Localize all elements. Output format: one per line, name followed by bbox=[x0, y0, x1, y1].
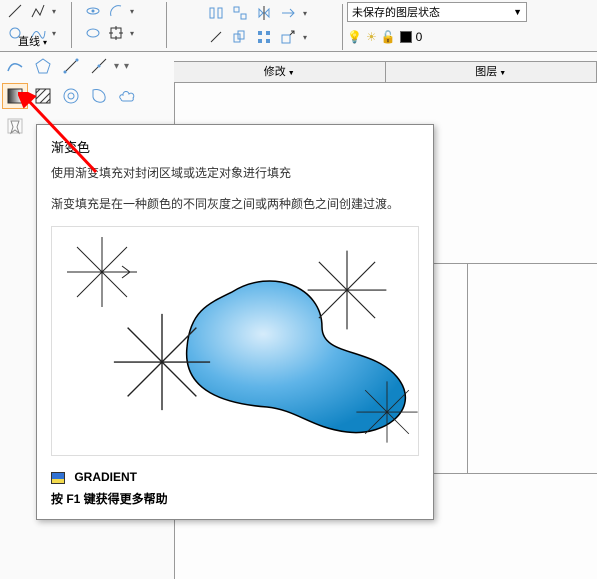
copy-prop-icon[interactable] bbox=[229, 26, 251, 48]
tooltip-title: 渐变色 bbox=[51, 137, 419, 156]
layer-props-row: 💡 ☀ 🔓 0 bbox=[347, 26, 422, 48]
tool-tooltip: 渐变色 使用渐变填充对封闭区域或选定对象进行填充 渐变填充是在一种颜色的不同灰度… bbox=[36, 124, 434, 520]
tooltip-command: GRADIENT bbox=[74, 470, 137, 484]
chevron-down-icon: ▼ bbox=[513, 7, 522, 17]
ribbon-tabs: 修改▼ 图层▼ bbox=[174, 61, 597, 83]
tab-modify[interactable]: 修改▼ bbox=[174, 62, 386, 82]
ring-tool-icon[interactable] bbox=[58, 83, 84, 109]
layer-name: 0 bbox=[416, 30, 423, 44]
group-label-line: 直线 bbox=[18, 36, 40, 48]
dropdown-arrow-icon[interactable]: ▾ bbox=[301, 2, 309, 24]
copy-align-icon[interactable] bbox=[229, 2, 251, 24]
trim-icon[interactable] bbox=[277, 2, 299, 24]
group-label-move: 移动 bbox=[173, 0, 195, 1]
sun-icon[interactable]: ☀ bbox=[366, 30, 377, 44]
dropdown-arrow-icon[interactable]: ▾ bbox=[301, 26, 309, 48]
hatch-tool-icon[interactable] bbox=[30, 83, 56, 109]
polyline-tool-icon[interactable] bbox=[27, 0, 49, 22]
dropdown-arrow-icon[interactable]: ▾ bbox=[128, 22, 136, 44]
gradient-tool-icon[interactable] bbox=[2, 83, 28, 109]
tooltip-help-hint: 按 F1 键获得更多帮助 bbox=[51, 490, 419, 507]
align-dist-icon[interactable] bbox=[205, 2, 227, 24]
region-tool-icon[interactable] bbox=[86, 83, 112, 109]
line-diag-tool-icon[interactable] bbox=[58, 53, 84, 79]
ellipse-tool-icon[interactable] bbox=[82, 22, 104, 44]
top-toolbar: ▾ ▾ 直线 ▾ ▾ ▾ 移动 ▾ ▾ bbox=[0, 0, 597, 52]
rect-bound-tool-icon[interactable] bbox=[105, 22, 127, 44]
lightbulb-icon[interactable]: 💡 bbox=[347, 30, 362, 44]
scale-icon[interactable] bbox=[277, 26, 299, 48]
dropdown-arrow-icon[interactable]: ▾ bbox=[114, 53, 122, 79]
lock-icon[interactable]: 🔓 bbox=[381, 30, 396, 44]
brush-icon[interactable] bbox=[205, 26, 227, 48]
dropdown-arrow-icon[interactable]: ▾ bbox=[124, 53, 132, 79]
pin-icon[interactable] bbox=[2, 114, 28, 140]
layer-state-dropdown[interactable]: 未保存的图层状态 ▼ bbox=[347, 2, 527, 22]
cloud-tool-icon[interactable] bbox=[114, 83, 140, 109]
tab-layers[interactable]: 图层▼ bbox=[386, 62, 597, 82]
dropdown-arrow-icon[interactable]: ▾ bbox=[128, 0, 136, 22]
layer-state-text: 未保存的图层状态 bbox=[352, 4, 440, 20]
tooltip-description: 使用渐变填充对封闭区域或选定对象进行填充 bbox=[51, 164, 419, 183]
ray-tool-icon[interactable] bbox=[86, 53, 112, 79]
line-tool-icon[interactable] bbox=[4, 0, 26, 22]
arc-tool-icon[interactable] bbox=[105, 0, 127, 22]
dropdown-arrow-icon[interactable]: ▾ bbox=[50, 0, 58, 22]
polygon-tool-icon[interactable] bbox=[30, 53, 56, 79]
tooltip-preview-image bbox=[51, 226, 419, 456]
color-swatch[interactable] bbox=[400, 31, 412, 43]
eye-tool-icon[interactable] bbox=[82, 0, 104, 22]
array-icon[interactable] bbox=[253, 26, 275, 48]
mirror-icon[interactable] bbox=[253, 2, 275, 24]
tooltip-detail: 渐变填充是在一种颜色的不同灰度之间或两种颜色之间创建过渡。 bbox=[51, 195, 419, 214]
command-icon bbox=[51, 472, 65, 484]
curve-tool-icon[interactable] bbox=[2, 53, 28, 79]
